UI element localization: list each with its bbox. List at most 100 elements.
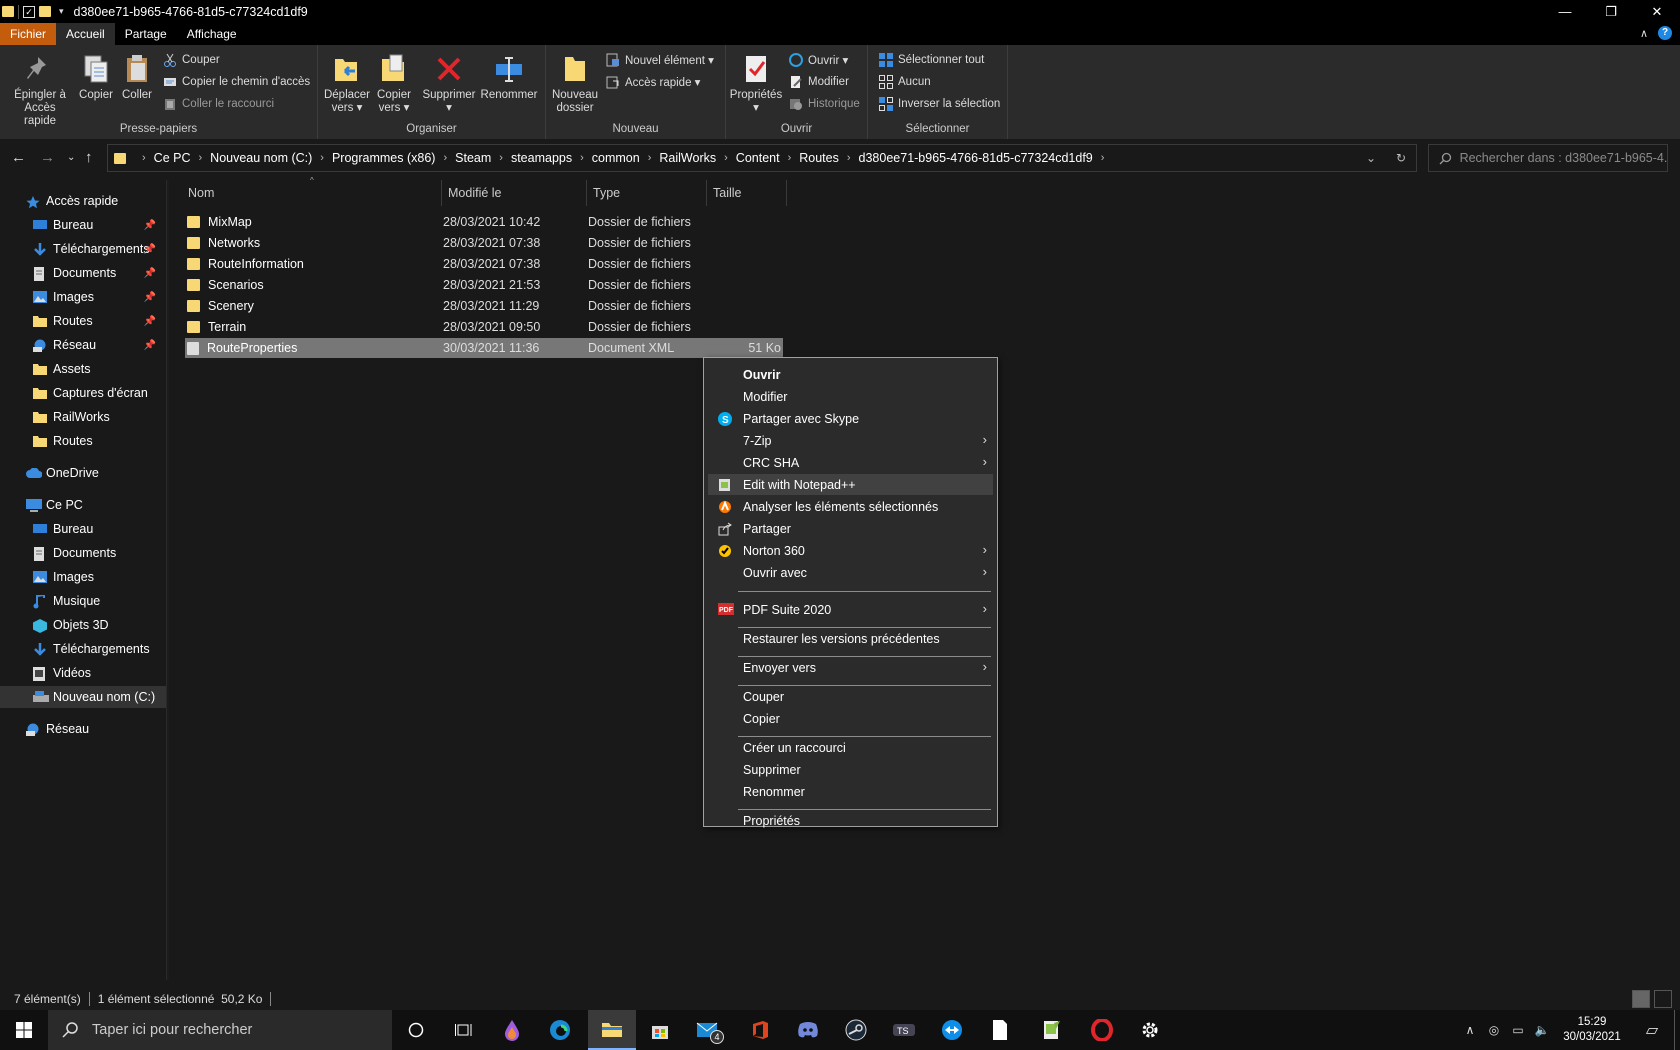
pin-quick-access-button[interactable]: Épingler à Accès rapide: [8, 53, 72, 128]
chevron-right-icon[interactable]: ›: [780, 152, 800, 164]
chevron-right-icon[interactable]: ›: [491, 152, 511, 164]
menu-item-send-to[interactable]: Envoyer vers ›: [708, 657, 993, 678]
sidebar-item-pc[interactable]: Images: [0, 566, 168, 588]
settings-gear-icon[interactable]: [1126, 1010, 1174, 1050]
menu-item-cut[interactable]: Couper: [708, 686, 993, 707]
details-view-icon[interactable]: [1632, 990, 1650, 1008]
chevron-right-icon[interactable]: ›: [191, 152, 211, 164]
menu-item-delete[interactable]: Supprimer: [708, 759, 993, 780]
menu-item-restore-versions[interactable]: Restaurer les versions précédentes: [708, 628, 993, 649]
menu-item-crc-sha[interactable]: CRC SHA ›: [708, 452, 993, 473]
history-button[interactable]: Historique: [789, 97, 860, 111]
sidebar-item-network[interactable]: Réseau: [0, 718, 168, 740]
chevron-right-icon[interactable]: ›: [435, 152, 455, 164]
file-row[interactable]: Networks 28/03/2021 07:38 Dossier de fichi…: [185, 233, 783, 253]
sidebar-item-quick[interactable]: Captures d'écran: [0, 382, 168, 404]
blank-document-icon[interactable]: [976, 1010, 1024, 1050]
sidebar-item-quick[interactable]: Routes 📌: [0, 310, 168, 332]
teamviewer-icon[interactable]: [928, 1010, 976, 1050]
sidebar-item-quick-access[interactable]: Accès rapide: [0, 190, 168, 212]
cut-button[interactable]: Couper: [163, 53, 220, 67]
sidebar-item-pc[interactable]: Musique: [0, 590, 168, 612]
windows-start-icon[interactable]: [0, 1010, 48, 1050]
column-header-modified[interactable]: Modifié le: [442, 180, 587, 206]
menu-item-share[interactable]: Partager: [708, 518, 993, 539]
new-folder-button[interactable]: Nouveau dossier: [552, 53, 598, 115]
sidebar-item-pc[interactable]: Téléchargements: [0, 638, 168, 660]
edge-browser-icon[interactable]: [536, 1010, 584, 1050]
store-icon[interactable]: [636, 1010, 684, 1050]
webcam-icon[interactable]: ◎: [1482, 1023, 1506, 1037]
file-row[interactable]: Terrain 28/03/2021 09:50 Dossier de fichie…: [185, 317, 783, 337]
help-icon[interactable]: ?: [1658, 26, 1672, 40]
sidebar-item-quick[interactable]: Routes: [0, 430, 168, 452]
menu-item-7zip[interactable]: 7-Zip ›: [708, 430, 993, 451]
menu-item-notepadpp[interactable]: Edit with Notepad++: [708, 474, 993, 495]
chevron-down-icon[interactable]: ⌄: [1356, 151, 1386, 165]
sidebar-item-quick[interactable]: Réseau 📌: [0, 334, 168, 356]
file-row[interactable]: RouteProperties 30/03/2021 11:36 Document …: [185, 338, 783, 358]
invert-selection-button[interactable]: Inverser la sélection: [879, 97, 1000, 111]
back-arrow-icon[interactable]: ←: [11, 149, 26, 166]
recent-locations-icon[interactable]: ⌄: [67, 152, 75, 163]
copy-path-button[interactable]: Copier le chemin d'accès: [163, 75, 310, 89]
menu-item-edit[interactable]: Modifier: [708, 386, 993, 407]
sidebar-item-pc[interactable]: Vidéos: [0, 662, 168, 684]
breadcrumb-item[interactable]: Nouveau nom (C:): [210, 151, 312, 165]
delete-button[interactable]: Supprimer ▾: [422, 53, 476, 115]
file-row[interactable]: RouteInformation 28/03/2021 07:38 Dossier …: [185, 254, 783, 274]
sidebar-item-quick[interactable]: Documents 📌: [0, 262, 168, 284]
large-icons-view-icon[interactable]: [1654, 990, 1672, 1008]
paste-shortcut-button[interactable]: Coller le raccourci: [163, 97, 274, 111]
discord-icon[interactable]: [784, 1010, 832, 1050]
breadcrumb-item[interactable]: Ce PC: [154, 151, 191, 165]
maximize-button[interactable]: ❐: [1588, 0, 1634, 23]
menu-item-pdf-suite[interactable]: PDF PDF Suite 2020 ›: [708, 599, 993, 620]
breadcrumb-item[interactable]: common: [592, 151, 640, 165]
mail-icon[interactable]: 4: [684, 1010, 732, 1050]
breadcrumb-item[interactable]: RailWorks: [659, 151, 716, 165]
file-row[interactable]: MixMap 28/03/2021 10:42 Dossier de fichier…: [185, 212, 783, 232]
notepadpp-icon[interactable]: [1028, 1010, 1076, 1050]
sidebar-item-pc[interactable]: Objets 3D: [0, 614, 168, 636]
chevron-right-icon[interactable]: ›: [312, 152, 332, 164]
menu-item-create-shortcut[interactable]: Créer un raccourci: [708, 737, 993, 758]
new-item-button[interactable]: Nouvel élément ▾: [606, 53, 714, 67]
tab-affichage[interactable]: Affichage: [177, 23, 247, 45]
breadcrumb-item[interactable]: Programmes (x86): [332, 151, 436, 165]
properties-button[interactable]: Propriétés ▾: [728, 53, 784, 115]
menu-item-open-with[interactable]: Ouvrir avec ›: [708, 562, 993, 583]
show-hidden-icons-icon[interactable]: ∧: [1458, 1023, 1482, 1037]
open-button[interactable]: Ouvrir ▾: [789, 53, 848, 67]
chevron-right-icon[interactable]: ›: [134, 152, 154, 164]
new-folder-icon[interactable]: [39, 6, 51, 17]
edit-button[interactable]: Modifier: [789, 75, 849, 89]
menu-item-properties[interactable]: Propriétés: [708, 810, 993, 831]
file-explorer-icon[interactable]: [588, 1010, 636, 1050]
menu-item-norton[interactable]: Norton 360 ›: [708, 540, 993, 561]
breadcrumb-item[interactable]: d380ee71-b965-4766-81d5-c77324cd1df9: [859, 151, 1093, 165]
chevron-right-icon[interactable]: ›: [640, 152, 660, 164]
rename-button[interactable]: Renommer: [480, 53, 538, 102]
sidebar-scrollbar[interactable]: [166, 180, 169, 980]
copy-to-button[interactable]: Copier vers ▾: [373, 53, 415, 115]
chevron-right-icon[interactable]: ›: [839, 152, 859, 164]
notifications-icon[interactable]: ▱: [1630, 1020, 1674, 1040]
tab-accueil[interactable]: Accueil: [56, 23, 115, 45]
office-icon[interactable]: [736, 1010, 784, 1050]
select-none-button[interactable]: Aucun: [879, 75, 931, 89]
sidebar-item-pc[interactable]: Bureau: [0, 518, 168, 540]
paint-drop-icon[interactable]: [488, 1010, 536, 1050]
easy-access-button[interactable]: Accès rapide ▾: [606, 75, 700, 89]
move-to-button[interactable]: Déplacer vers ▾: [323, 53, 371, 115]
menu-item-open[interactable]: Ouvrir: [708, 364, 993, 385]
cortana-icon[interactable]: [392, 1010, 440, 1050]
forward-arrow-icon[interactable]: →: [40, 149, 55, 166]
sidebar-item-quick[interactable]: Assets: [0, 358, 168, 380]
volume-icon[interactable]: 🔈: [1530, 1023, 1554, 1037]
breadcrumb-item[interactable]: Steam: [455, 151, 491, 165]
breadcrumb-item[interactable]: Content: [736, 151, 780, 165]
sidebar-item-quick[interactable]: Téléchargements 📌: [0, 238, 168, 260]
menu-item-analyze[interactable]: Analyser les éléments sélectionnés: [708, 496, 993, 517]
taskbar-search-input[interactable]: Taper ici pour rechercher: [48, 1010, 392, 1050]
